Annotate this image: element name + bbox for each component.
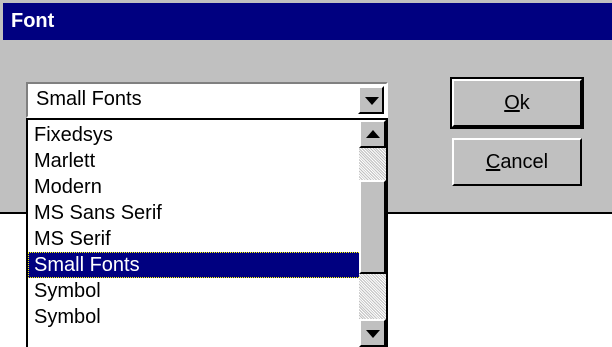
ok-button[interactable]: Ok (450, 77, 584, 129)
list-item[interactable]: Fixedsys (28, 122, 361, 148)
list-item[interactable]: Marlett (28, 148, 361, 174)
font-listbox[interactable]: Fixedsys Marlett Modern MS Sans Serif MS… (26, 118, 388, 347)
vertical-scrollbar[interactable] (359, 120, 386, 347)
list-item[interactable]: Symbol (28, 304, 361, 330)
list-item-selected[interactable]: Small Fonts (28, 252, 361, 278)
scroll-down-button[interactable] (359, 319, 386, 347)
list-item[interactable]: MS Sans Serif (28, 200, 361, 226)
scrollbar-thumb[interactable] (359, 180, 386, 274)
scroll-up-button[interactable] (359, 120, 386, 148)
font-combobox-value: Small Fonts (36, 88, 142, 110)
chevron-down-icon (366, 330, 380, 338)
cancel-mnemonic: C (485, 150, 501, 173)
list-item[interactable]: Symbol (28, 278, 361, 304)
list-item[interactable]: MS Serif (28, 226, 361, 252)
dropdown-button[interactable] (358, 86, 384, 114)
ok-label-rest: k (519, 91, 530, 114)
ok-mnemonic: O (504, 91, 520, 114)
list-item[interactable]: Modern (28, 174, 361, 200)
cancel-button[interactable]: Cancel (452, 138, 582, 186)
cancel-label-rest: ancel (500, 150, 549, 173)
chevron-down-icon (365, 97, 379, 105)
chevron-up-icon (366, 130, 380, 138)
dialog-title: Font (3, 3, 612, 40)
font-combobox[interactable]: Small Fonts (26, 82, 388, 118)
